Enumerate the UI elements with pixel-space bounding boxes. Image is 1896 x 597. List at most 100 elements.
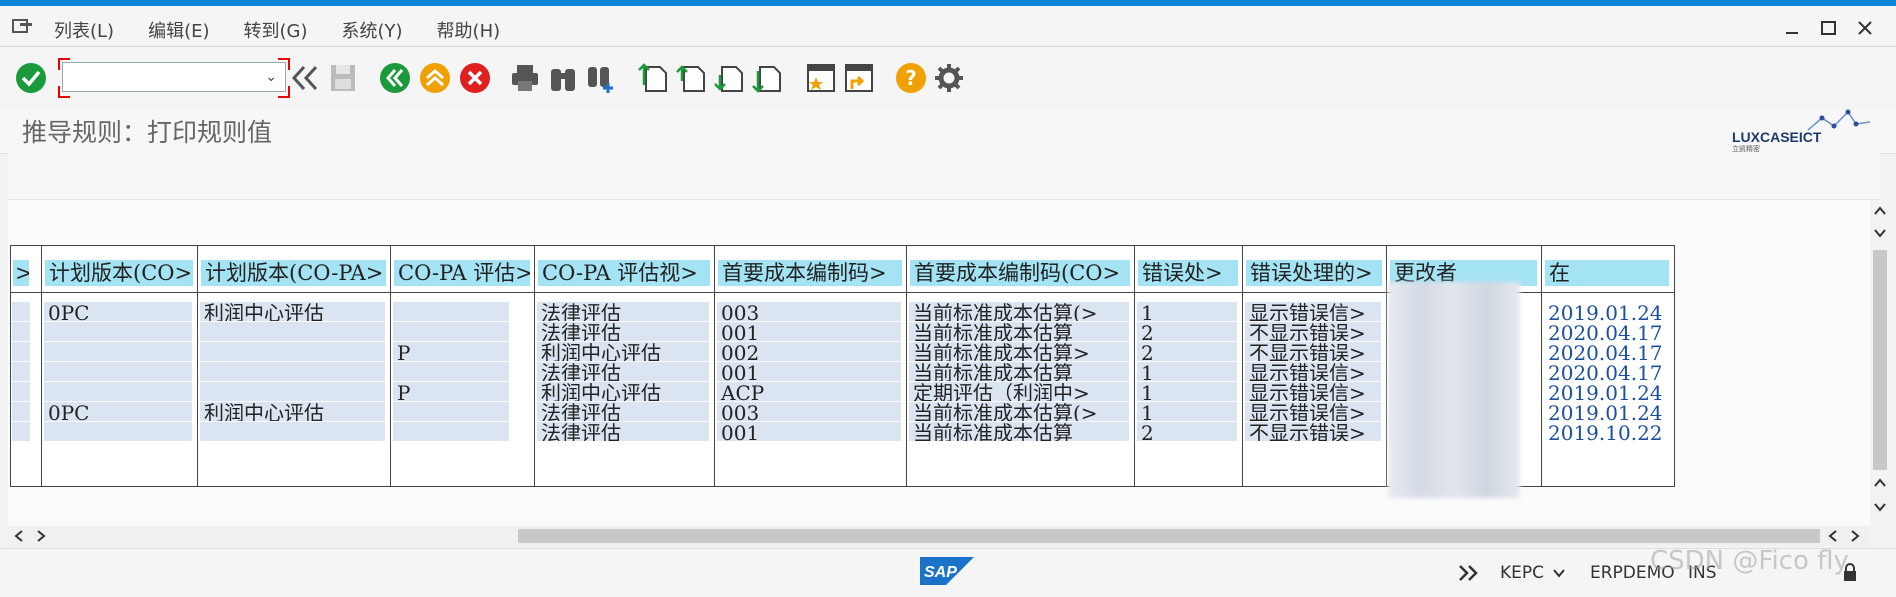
table-cell[interactable]: 显示错误信> — [1245, 302, 1381, 321]
menu-goto[interactable]: 转到(G) — [240, 15, 312, 45]
table-cell[interactable]: 当前标准成本估算(> — [909, 402, 1129, 421]
chevron-down-icon[interactable] — [1552, 567, 1566, 579]
table-cell[interactable]: 2 — [1137, 342, 1237, 361]
table-cell[interactable]: 2020.04.17 — [1544, 322, 1668, 341]
table-cell[interactable] — [44, 322, 192, 341]
table-cell[interactable] — [200, 382, 385, 401]
table-cell[interactable]: 002 — [717, 342, 901, 361]
maximize-icon[interactable] — [1820, 20, 1838, 36]
table-cell[interactable]: 不显示错误> — [1245, 422, 1381, 441]
column-header[interactable]: 在 — [1545, 260, 1669, 286]
table-cell[interactable]: 法律评估 — [537, 322, 709, 341]
table-cell[interactable]: 利润中心评估 — [537, 382, 709, 401]
close-icon[interactable] — [1856, 20, 1874, 36]
table-cell[interactable]: 2019.01.24 — [1544, 402, 1668, 421]
table-cell[interactable]: 利润中心评估 — [200, 302, 385, 321]
table-cell[interactable]: 当前标准成本估算 — [909, 422, 1129, 441]
table-cell[interactable]: 1 — [1137, 382, 1237, 401]
table-cell[interactable]: ACP — [717, 382, 901, 401]
table-cell[interactable] — [200, 362, 385, 381]
scroll-down-icon[interactable] — [1873, 500, 1887, 514]
table-cell[interactable]: 2019.01.24 — [1544, 302, 1668, 321]
column-header-key[interactable]: > — [13, 260, 29, 286]
table-cell[interactable] — [393, 402, 509, 421]
menu-system[interactable]: 系统(Y) — [338, 15, 407, 45]
column-header[interactable]: 计划版本(CO> — [45, 260, 193, 286]
row-key-cell[interactable] — [12, 362, 30, 381]
table-cell[interactable]: 显示错误信> — [1245, 362, 1381, 381]
cancel-icon[interactable] — [458, 61, 492, 95]
table-cell[interactable]: 0PC — [44, 402, 192, 421]
table-cell[interactable]: 不显示错误> — [1245, 342, 1381, 361]
table-cell[interactable] — [393, 302, 509, 321]
table-cell[interactable]: 利润中心评估 — [537, 342, 709, 361]
horizontal-scroll-thumb[interactable] — [518, 529, 1820, 543]
table-cell[interactable]: 0PC — [44, 302, 192, 321]
back-icon[interactable] — [378, 61, 412, 95]
table-cell[interactable]: 1 — [1137, 402, 1237, 421]
table-cell[interactable]: 法律评估 — [537, 362, 709, 381]
table-cell[interactable]: 2019.01.24 — [1544, 382, 1668, 401]
table-cell[interactable]: 2020.04.17 — [1544, 342, 1668, 361]
row-key-cell[interactable] — [12, 422, 30, 441]
table-cell[interactable] — [393, 322, 509, 341]
table-cell[interactable]: 当前标准成本估算(> — [909, 302, 1129, 321]
table-cell[interactable]: 2 — [1137, 422, 1237, 441]
column-header[interactable]: 错误处理的> — [1246, 260, 1382, 286]
first-page-icon[interactable] — [636, 61, 670, 95]
back-arrows-icon[interactable] — [288, 61, 322, 95]
last-page-icon[interactable] — [750, 61, 784, 95]
table-cell[interactable]: 003 — [717, 402, 901, 421]
column-header[interactable]: CO-PA 评估> — [394, 260, 530, 286]
table-cell[interactable]: 2019.10.22 — [1544, 422, 1668, 441]
table-cell[interactable] — [200, 422, 385, 441]
row-key-cell[interactable] — [12, 322, 30, 341]
table-cell[interactable]: 当前标准成本估算 — [909, 362, 1129, 381]
scroll-up-icon[interactable] — [1873, 204, 1887, 218]
row-key-cell[interactable] — [12, 342, 30, 361]
table-cell[interactable]: 显示错误信> — [1245, 382, 1381, 401]
scroll-right-icon[interactable] — [34, 529, 48, 543]
table-cell[interactable]: P — [393, 342, 509, 361]
table-cell[interactable]: 不显示错误> — [1245, 322, 1381, 341]
table-cell[interactable] — [44, 342, 192, 361]
find-next-icon[interactable] — [584, 61, 618, 95]
vertical-scrollbar[interactable] — [1870, 200, 1890, 526]
column-header[interactable]: 错误处> — [1138, 260, 1238, 286]
menu-edit[interactable]: 编辑(E) — [144, 15, 213, 45]
command-field[interactable]: ⌄ — [62, 62, 286, 92]
table-cell[interactable] — [44, 382, 192, 401]
command-input[interactable] — [67, 63, 251, 89]
table-cell[interactable]: 001 — [717, 362, 901, 381]
table-cell[interactable] — [393, 422, 509, 441]
row-key-cell[interactable] — [12, 382, 30, 401]
minimize-icon[interactable] — [1784, 20, 1802, 36]
system-id[interactable]: KEPC — [1500, 563, 1544, 583]
help-icon[interactable]: ? — [894, 61, 928, 95]
table-cell[interactable]: 定期评估（利润中> — [909, 382, 1129, 401]
column-header[interactable]: 首要成本编制码(CO> — [910, 260, 1130, 286]
table-cell[interactable]: 法律评估 — [537, 302, 709, 321]
scroll-right-icon[interactable] — [1848, 529, 1862, 543]
table-cell[interactable] — [44, 422, 192, 441]
table-cell[interactable]: 当前标准成本估算 — [909, 322, 1129, 341]
table-cell[interactable] — [44, 362, 192, 381]
table-cell[interactable]: 显示错误信> — [1245, 402, 1381, 421]
table-cell[interactable]: 法律评估 — [537, 402, 709, 421]
menu-list[interactable]: 列表(L) — [50, 15, 118, 45]
table-cell[interactable]: 001 — [717, 422, 901, 441]
horizontal-scrollbar[interactable] — [8, 526, 1870, 546]
column-header[interactable]: 首要成本编制码> — [718, 260, 902, 286]
shortcut-icon[interactable] — [842, 61, 876, 95]
table-cell[interactable]: 当前标准成本估算> — [909, 342, 1129, 361]
expand-status-icon[interactable] — [1458, 563, 1480, 583]
save-icon[interactable] — [326, 61, 360, 95]
table-cell[interactable] — [200, 322, 385, 341]
find-icon[interactable] — [546, 61, 580, 95]
table-cell[interactable] — [200, 342, 385, 361]
create-session-icon[interactable] — [804, 61, 838, 95]
scroll-left-icon[interactable] — [12, 529, 26, 543]
table-cell[interactable]: P — [393, 382, 509, 401]
table-cell[interactable]: 法律评估 — [537, 422, 709, 441]
next-page-icon[interactable] — [712, 61, 746, 95]
